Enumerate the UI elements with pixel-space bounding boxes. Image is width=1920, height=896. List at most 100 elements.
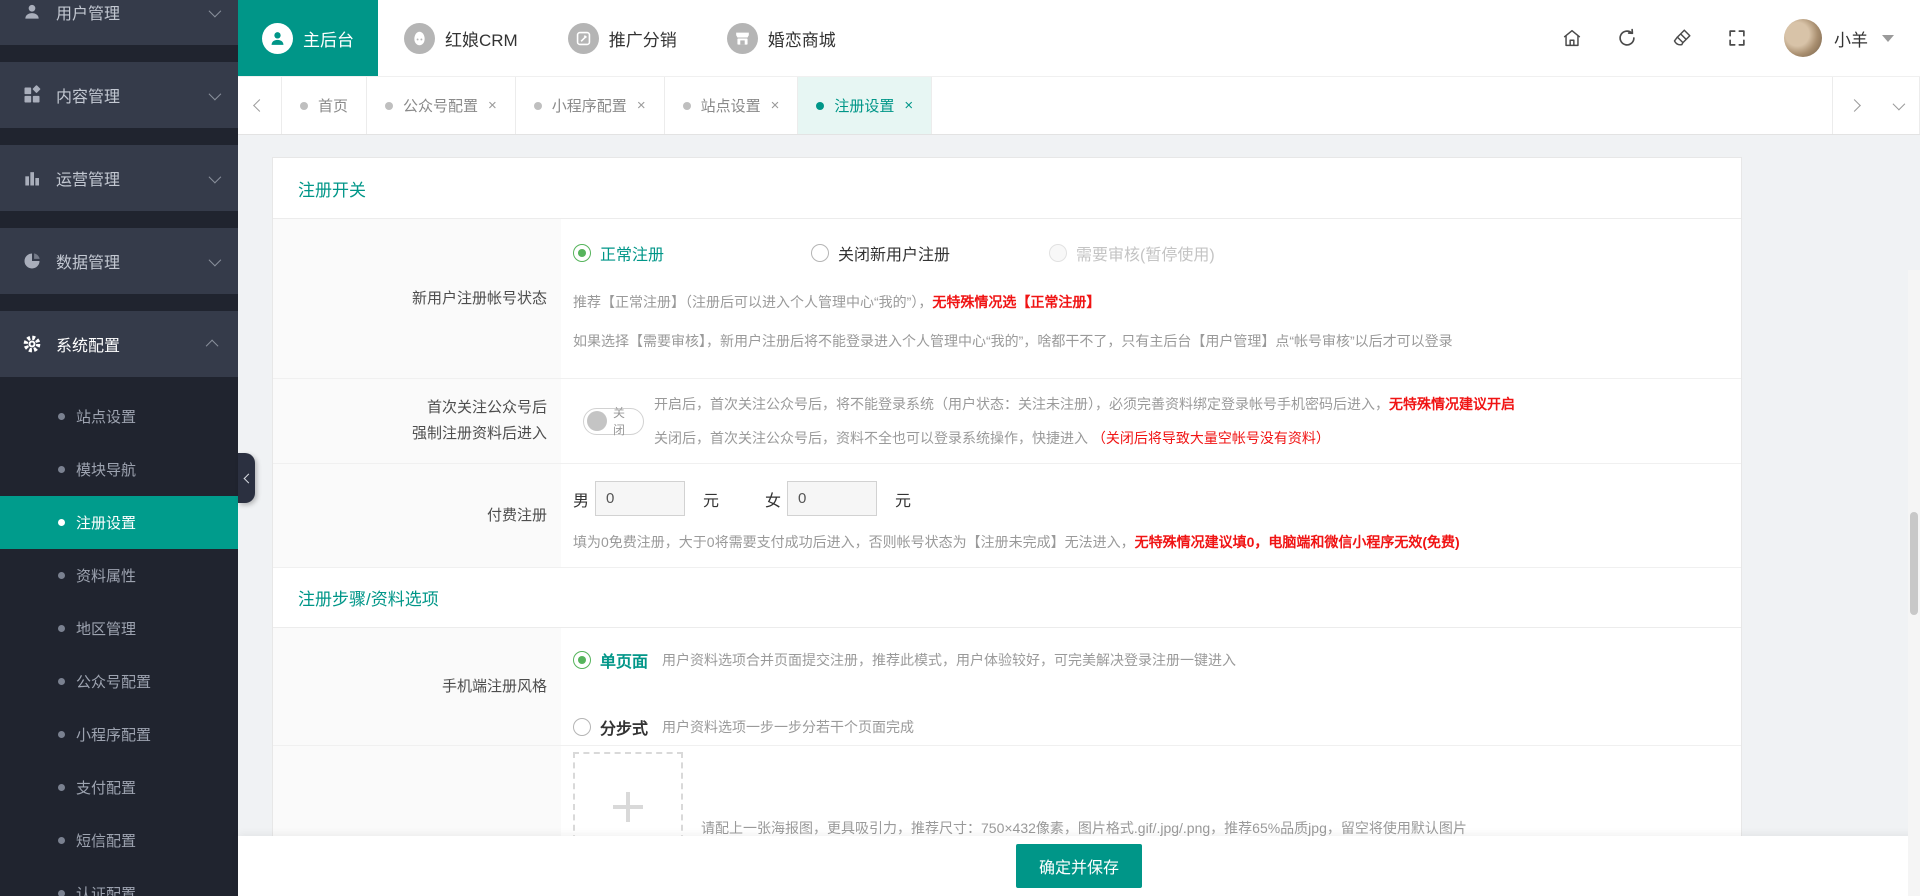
field-body: 关闭 开启后，首次关注公众号后，将不能登录系统（用户状态：关注未注册），必须完善… [561,379,1741,463]
footer-bar: 确定并保存 [238,836,1920,896]
radio-single-page[interactable]: 单页面 [573,648,648,672]
poster-tip: 请配上一张海报图，更具吸引力，推荐尺寸：750×432像素，图片格式.gif/.… [701,818,1861,838]
scrollbar-track[interactable] [1908,270,1920,896]
sidebar-group-label: 内容管理 [56,83,209,107]
user-name[interactable]: 小羊 [1834,26,1868,51]
clear-cache-icon[interactable] [1671,27,1693,49]
caret-down-icon[interactable] [1882,35,1894,42]
sidebar-submenu: 站点设置 模块导航 注册设置 资料属性 地区管理 公众号配置 小程序配置 支付配… [0,390,238,896]
sidebar-group-operations[interactable]: 运营管理 [0,145,238,211]
unit-label: 元 [895,487,911,511]
tab-home[interactable]: 首页 [282,77,367,134]
force-profile-toggle[interactable]: 关闭 [583,408,644,435]
male-label: 男 [573,487,589,511]
tab-label: 小程序配置 [552,95,627,116]
sidebar-item-label: 小程序配置 [76,724,151,745]
user-avatar[interactable] [1784,19,1822,57]
tab-official-account-config[interactable]: 公众号配置 [367,77,516,134]
close-icon[interactable] [637,97,646,114]
sidebar-item-label: 支付配置 [76,777,136,798]
radio-normal-register[interactable]: 正常注册 [573,241,811,265]
sidebar-item-mini-program[interactable]: 小程序配置 [0,708,238,761]
sidebar-item-label: 认证配置 [76,883,136,896]
sidebar-item-register-settings[interactable]: 注册设置 [0,496,238,549]
sidebar-groups: 用户管理 内容管理 运营管理 数据管理 [0,0,238,377]
tip-text: 关闭后，首次关注公众号后，资料不全也可以登录系统操作，快捷进入 [654,430,1092,446]
tip-text-red: 无特殊情况建议填0，电脑端和微信小程序无效(免费) [1135,534,1460,550]
tip-text: 开启后，首次关注公众号后，将不能登录系统（用户状态：关注未注册），必须完善资料绑… [654,396,1389,412]
sidebar-item-region[interactable]: 地区管理 [0,602,238,655]
sidebar-item-payment[interactable]: 支付配置 [0,761,238,814]
sidebar-group-users[interactable]: 用户管理 [0,0,238,45]
tabs-scroll-left-button[interactable] [238,77,282,134]
field-body: 单页面 用户资料选项合并页面提交注册，推荐此模式，用户体验较好，可完美解决登录注… [561,628,1741,745]
module-tab-label: 婚恋商城 [768,26,836,51]
radio-label: 单页面 [600,648,648,672]
sidebar-item-official-account[interactable]: 公众号配置 [0,655,238,708]
sidebar-item-auth[interactable]: 认证配置 [0,867,238,896]
close-icon[interactable] [771,97,780,114]
module-tab-label: 主后台 [303,26,354,51]
tabs-menu-button[interactable] [1876,77,1920,134]
scrollbar-thumb[interactable] [1910,512,1918,615]
matchmaker-icon [404,23,435,54]
tip-text: 推荐【正常注册】（注册后可以进入个人管理中心“我的”）， [573,294,932,310]
radio-step-by-step[interactable]: 分步式 [573,715,648,739]
register-status-tip2: 如果选择【需要审核】，新用户注册后将不能登录进入个人管理中心“我的”，啥都干不了… [561,331,1741,351]
radio-label: 分步式 [600,715,648,739]
field-body: 正常注册 关闭新用户注册 需要审核(暂停使用) 推荐【正常注册】（注册后可以进入… [561,219,1741,378]
content-icon [22,85,42,105]
field-label: 首次关注公众号后 强制注册资料后进入 [273,379,561,463]
close-icon[interactable] [488,97,497,114]
toggle-state-label: 关闭 [613,404,635,438]
bullet-icon [58,466,65,473]
radio-label: 需要审核(暂停使用) [1076,241,1215,265]
form-row-register-status: 新用户注册帐号状态 正常注册 关闭新用户注册 需要审核( [273,219,1741,379]
sidebar-item-sms[interactable]: 短信配置 [0,814,238,867]
paid-register-inputs: 男 元 女 元 [561,464,1741,516]
module-tab-marriage-mall[interactable]: 婚恋商城 [703,0,860,76]
force-profile-tips: 开启后，首次关注公众号后，将不能登录系统（用户状态：关注未注册），必须完善资料绑… [654,394,1515,448]
tab-dot-icon [816,102,824,110]
option-desc: 用户资料选项一步一步分若干个页面完成 [662,717,914,737]
sidebar-item-label: 地区管理 [76,618,136,639]
sidebar-item-profile-attrs[interactable]: 资料属性 [0,549,238,602]
tab-register-settings[interactable]: 注册设置 [798,77,932,134]
close-icon[interactable] [904,97,913,114]
module-tab-promotion[interactable]: 推广分销 [544,0,701,76]
save-button[interactable]: 确定并保存 [1016,844,1142,888]
module-tab-label: 推广分销 [609,26,677,51]
tab-dot-icon [534,102,542,110]
refresh-icon[interactable] [1616,27,1638,49]
tab-mini-program-config[interactable]: 小程序配置 [516,77,665,134]
tab-site-settings[interactable]: 站点设置 [665,77,799,134]
register-status-options: 正常注册 关闭新用户注册 需要审核(暂停使用) [561,219,1741,265]
tip-text: 填为0免费注册，大于0将需要支付成功后进入，否则帐号状态为【注册未完成】无法进入… [573,534,1135,550]
tabs-scroll-right-button[interactable] [1832,77,1876,134]
chevron-left-icon [253,99,266,112]
module-tab-matchmaker-crm[interactable]: 红娘CRM [380,0,542,76]
radio-close-register[interactable]: 关闭新用户注册 [811,241,1049,265]
radio-need-review: 需要审核(暂停使用) [1049,241,1287,265]
sidebar-collapse-handle[interactable] [238,453,255,503]
chevron-down-icon [209,253,222,266]
male-price-input[interactable] [595,481,685,516]
module-tab-main-admin[interactable]: 主后台 [238,0,378,76]
female-price-input[interactable] [787,481,877,516]
sidebar-item-site-settings[interactable]: 站点设置 [0,390,238,443]
sidebar-group-system[interactable]: 系统配置 [0,311,238,377]
bullet-icon [58,837,65,844]
sidebar-item-module-nav[interactable]: 模块导航 [0,443,238,496]
section-title-register-switch: 注册开关 [273,158,1741,219]
sidebar-group-data[interactable]: 数据管理 [0,228,238,294]
promotion-icon [568,23,599,54]
users-icon [22,2,42,22]
chevron-down-icon [209,4,222,17]
sidebar-group-label: 用户管理 [56,0,209,24]
style-option-step-by-step: 分步式 用户资料选项一步一步分若干个页面完成 [561,715,1741,739]
admin-user-icon [262,23,293,54]
fullscreen-icon[interactable] [1726,27,1748,49]
sidebar-group-content[interactable]: 内容管理 [0,62,238,128]
radio-icon [573,244,591,262]
home-icon[interactable] [1561,27,1583,49]
